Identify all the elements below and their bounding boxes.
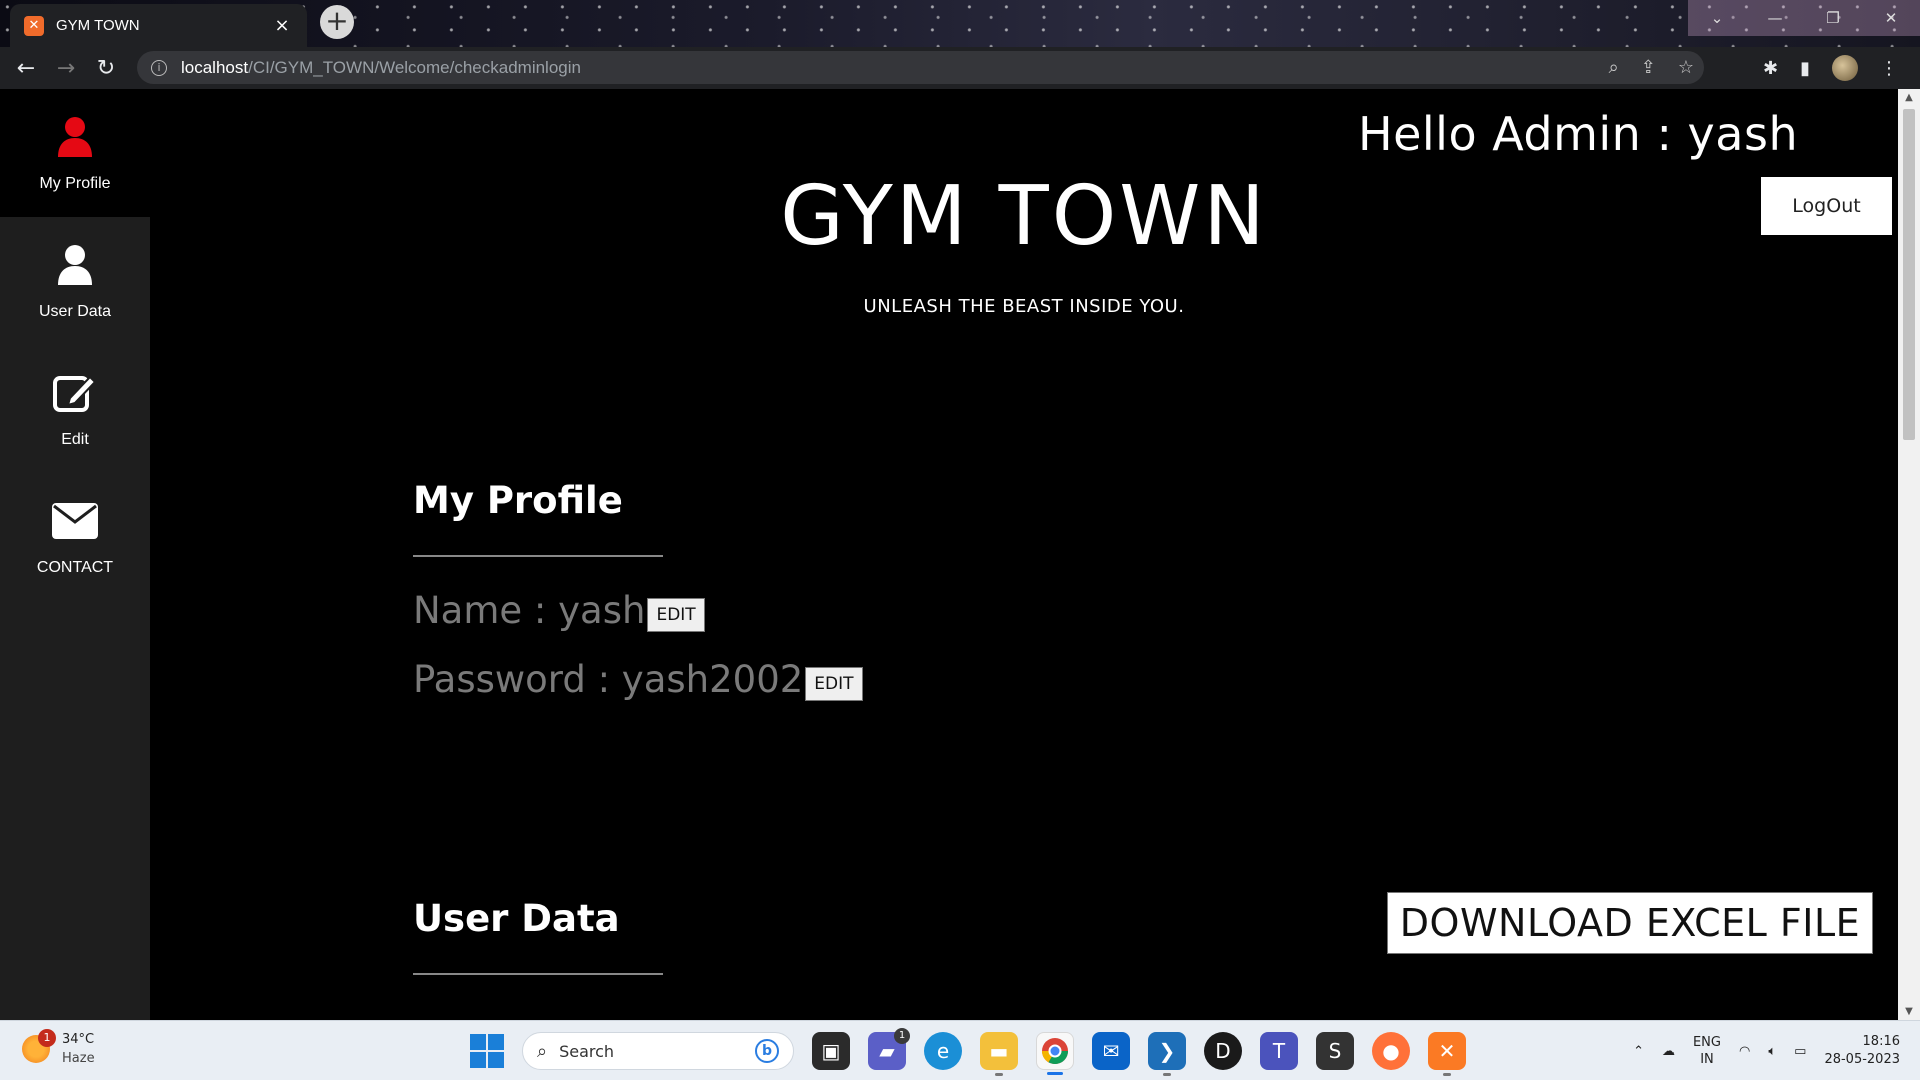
page-scrollbar[interactable]: ▲ ▼ (1898, 89, 1920, 1020)
tab-title: GYM TOWN (56, 17, 140, 34)
envelope-icon (51, 497, 99, 545)
file-explorer-icon[interactable]: ▬ (980, 1032, 1018, 1076)
extensions-puzzle-icon[interactable]: ✱ (1763, 58, 1778, 79)
window-controls: ⌄ — ❐ ✕ (1688, 0, 1920, 36)
teams-icon[interactable]: T (1260, 1032, 1298, 1070)
section-divider (413, 555, 663, 557)
firefox-icon[interactable]: ● (1372, 1032, 1410, 1070)
sidebar-item-label: My Profile (39, 175, 111, 192)
sidebar-item-user-data[interactable]: User Data (0, 217, 150, 345)
clock[interactable]: 18:16 28-05-2023 (1824, 1033, 1900, 1069)
weather-badge: 1 (38, 1029, 56, 1047)
weather-temp: 34°C (62, 1032, 95, 1047)
chrome-browser-icon[interactable] (1036, 1032, 1074, 1075)
sidebar: My Profile User Data Edit CONTACT (0, 89, 150, 1020)
profile-name: Name : yash (413, 589, 646, 632)
side-panel-icon[interactable]: ▮ (1800, 58, 1810, 79)
user-icon (57, 113, 93, 161)
maximize-icon[interactable]: ❐ (1804, 0, 1862, 36)
browser-tab-bar: ✕ GYM TOWN × + ⌄ — ❐ ✕ (0, 0, 1920, 47)
chevron-down-icon[interactable]: ⌄ (1688, 0, 1746, 36)
brand-title: GYM TOWN (780, 169, 1268, 264)
kebab-menu-icon[interactable]: ⋮ (1880, 58, 1898, 79)
sidebar-item-label: User Data (38, 303, 112, 320)
address-bar[interactable]: i localhost/CI/GYM_TOWN/Welcome/checkadm… (137, 51, 1704, 84)
browser-toolbar: ← → ↻ i localhost/CI/GYM_TOWN/Welcome/ch… (0, 47, 1920, 89)
my-profile-heading: My Profile (413, 479, 623, 522)
reload-icon[interactable]: ↻ (86, 47, 126, 89)
sidebar-item-edit[interactable]: Edit (0, 345, 150, 473)
windows-taskbar: 1 34°C Haze ⌕ Search b ▣ ▰ 1 e ▬ ✉ ❯ D T … (0, 1020, 1920, 1080)
new-tab-button[interactable]: + (320, 5, 354, 39)
task-view-icon[interactable]: ▣ (812, 1032, 850, 1070)
download-excel-button[interactable]: DOWNLOAD EXCEL FILE (1387, 892, 1873, 954)
site-info-icon[interactable]: i (151, 59, 167, 76)
profile-avatar[interactable] (1832, 55, 1858, 81)
lang-top: ENG (1692, 1035, 1721, 1050)
wifi-icon[interactable]: ◠ (1739, 1044, 1750, 1059)
windows-start-icon[interactable] (470, 1034, 504, 1068)
onedrive-icon[interactable]: ☁ (1662, 1044, 1675, 1059)
user-data-heading: User Data (413, 897, 620, 940)
chat-icon[interactable]: ▰ 1 (868, 1028, 910, 1070)
lang-bottom: IN (1700, 1052, 1714, 1067)
bing-icon[interactable]: b (755, 1039, 779, 1063)
vscode-icon[interactable]: ❯ (1148, 1032, 1186, 1076)
system-tray: ⌃ ☁ ENG IN ◠ 🔈︎ ▭ 18:16 28-05-2023 (1633, 1031, 1900, 1071)
close-window-icon[interactable]: ✕ (1862, 0, 1920, 36)
profile-password: Password : yash2002 (413, 658, 804, 701)
weather-sun-icon: 1 (22, 1029, 56, 1063)
url-text[interactable]: localhost/CI/GYM_TOWN/Welcome/checkadmin… (181, 58, 581, 78)
tagline: UNLEASH THE BEAST INSIDE YOU. (863, 296, 1185, 317)
sidebar-item-label: Edit (61, 431, 89, 448)
url-path: /CI/GYM_TOWN/Welcome/checkadminlogin (248, 57, 581, 77)
scroll-down-icon[interactable]: ▼ (1898, 1003, 1920, 1020)
taskbar-search[interactable]: ⌕ Search b (522, 1032, 794, 1070)
sublime-text-icon[interactable]: S (1316, 1032, 1354, 1070)
edge-browser-icon[interactable]: e (924, 1032, 962, 1070)
minimize-icon[interactable]: — (1746, 0, 1804, 36)
url-host: localhost (181, 57, 249, 77)
user-icon (57, 241, 93, 289)
zoom-search-icon[interactable]: ⌕ (1609, 57, 1619, 78)
language-indicator[interactable]: ENG IN (1693, 1034, 1721, 1068)
xampp-icon[interactable]: ✕ (1428, 1032, 1466, 1076)
xampp-favicon-icon: ✕ (24, 15, 44, 36)
volume-icon[interactable]: 🔈︎ (1768, 1044, 1776, 1059)
edit-icon (52, 369, 98, 417)
search-icon: ⌕ (537, 1040, 548, 1062)
weather-desc: Haze (62, 1051, 95, 1066)
profile-password-row: Password : yash2002 EDIT (413, 658, 863, 701)
sidebar-item-label: CONTACT (36, 559, 114, 576)
chevron-up-icon[interactable]: ⌃ (1633, 1044, 1644, 1059)
scroll-up-icon[interactable]: ▲ (1898, 89, 1920, 106)
profile-name-row: Name : yash EDIT (413, 589, 705, 632)
clock-date: 28-05-2023 (1824, 1052, 1900, 1067)
chat-badge: 1 (894, 1028, 910, 1044)
page-content: My Profile User Data Edit CONTACT Hello … (0, 89, 1898, 1020)
share-icon[interactable]: ⇪ (1641, 57, 1656, 78)
back-arrow-icon[interactable]: ← (6, 47, 46, 89)
dell-icon[interactable]: D (1204, 1032, 1242, 1070)
section-divider (413, 973, 663, 975)
clock-time: 18:16 (1862, 1034, 1900, 1049)
sidebar-item-my-profile[interactable]: My Profile (0, 89, 150, 217)
browser-tab[interactable]: ✕ GYM TOWN × (10, 4, 307, 47)
scroll-thumb[interactable] (1903, 109, 1915, 440)
mail-icon[interactable]: ✉ (1092, 1032, 1130, 1070)
edit-password-button[interactable]: EDIT (805, 667, 863, 701)
battery-icon[interactable]: ▭ (1794, 1044, 1806, 1059)
taskbar-search-label: Search (559, 1041, 615, 1061)
close-icon[interactable]: × (271, 15, 293, 36)
admin-greeting: Hello Admin : yash (1358, 107, 1799, 161)
sidebar-item-contact[interactable]: CONTACT (0, 473, 150, 601)
weather-widget[interactable]: 1 34°C Haze (22, 1029, 95, 1068)
forward-arrow-icon[interactable]: → (46, 47, 86, 89)
edit-name-button[interactable]: EDIT (647, 598, 705, 632)
star-icon[interactable]: ☆ (1678, 57, 1694, 78)
